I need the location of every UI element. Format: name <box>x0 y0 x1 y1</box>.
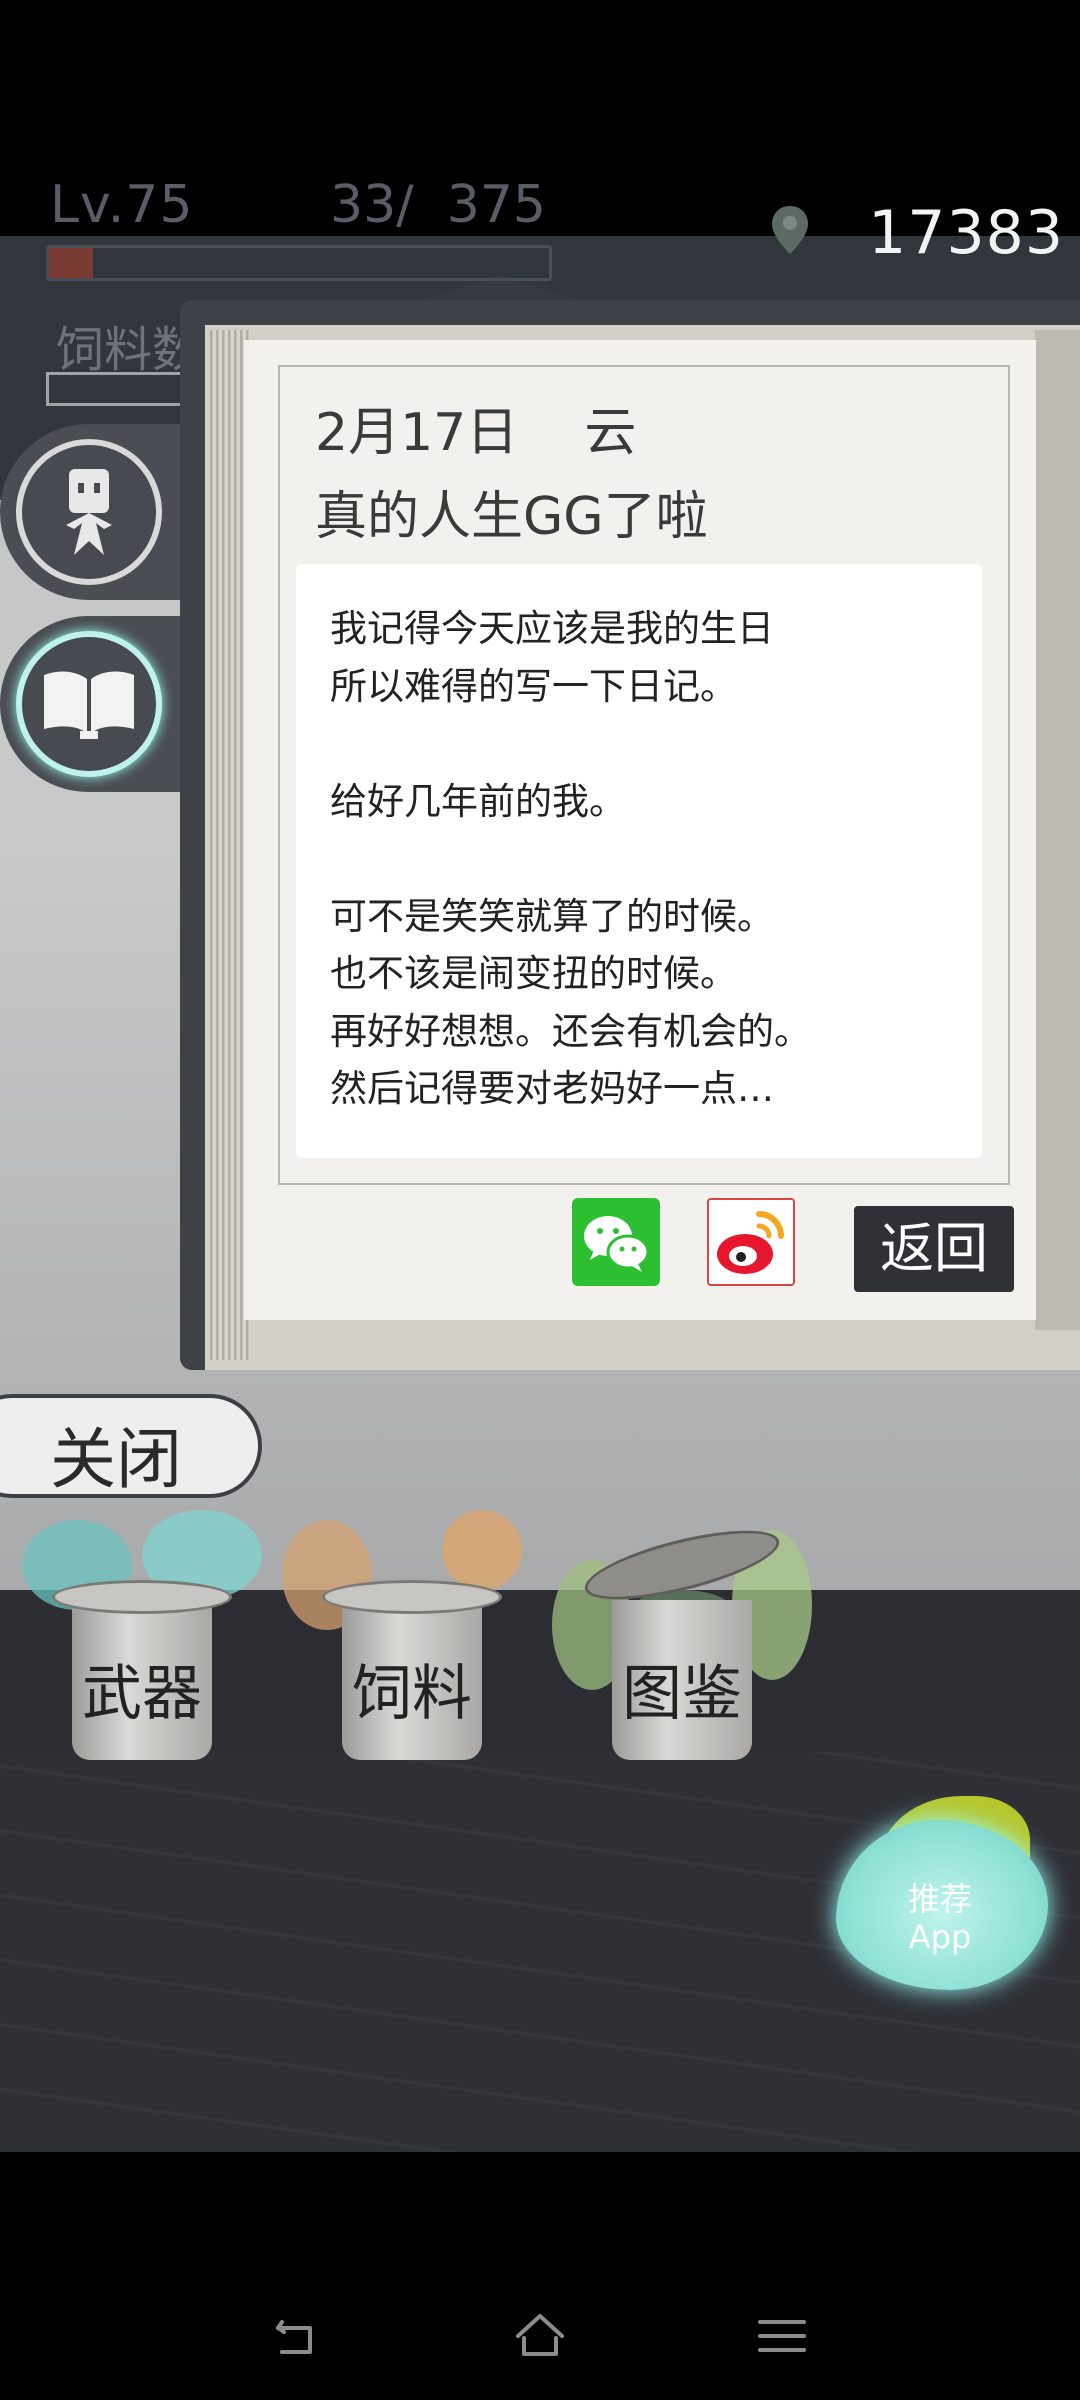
recommend-app-label[interactable]: 推荐 App <box>880 1880 1000 1956</box>
home-icon[interactable] <box>512 2308 568 2364</box>
return-button[interactable]: 返回 <box>854 1206 1014 1292</box>
wechat-icon <box>584 1216 650 1272</box>
diary-title: 真的人生GG了啦 <box>315 487 708 547</box>
exp-bar <box>46 245 552 281</box>
character-button-ring <box>16 439 162 585</box>
exp-bar-fill <box>49 248 93 278</box>
weibo-icon <box>717 1211 784 1274</box>
encyclopedia-can-button[interactable]: 图鉴 <box>552 1516 812 1760</box>
recommend-line1: 推荐 <box>907 1880 972 1918</box>
feed-can-button[interactable]: 饲料 <box>282 1510 522 1760</box>
weapon-label: 武器 <box>82 1659 202 1729</box>
coin-count: 17383 <box>868 198 1064 268</box>
diary-button-ring <box>16 631 162 777</box>
location-pin-icon <box>772 206 808 254</box>
can-rim <box>322 1580 502 1614</box>
plant-decoration <box>442 1510 522 1590</box>
side-character-button[interactable] <box>0 424 185 600</box>
diary-entry-box: 我记得今天应该是我的生日 所以难得的写一下日记。 给好几年前的我。 可不是笑笑就… <box>296 564 982 1158</box>
can-rim <box>52 1580 232 1614</box>
diary-entry-text: 我记得今天应该是我的生日 所以难得的写一下日记。 给好几年前的我。 可不是笑笑就… <box>330 607 811 1110</box>
book-right-edge <box>1035 330 1080 1330</box>
book-icon <box>44 671 134 739</box>
feed-label: 饲料 <box>352 1659 472 1729</box>
encyclopedia-label: 图鉴 <box>622 1659 742 1729</box>
side-diary-button[interactable] <box>0 616 185 792</box>
back-icon[interactable] <box>270 2308 326 2364</box>
menu-icon[interactable] <box>754 2308 810 2364</box>
close-button-label[interactable]: 关闭 <box>50 1406 182 1502</box>
exp-text: 33/ 375 <box>330 175 546 235</box>
character-icon <box>66 469 112 555</box>
weapon-can-button[interactable]: 武器 <box>22 1510 262 1760</box>
diary-date: 2月17日 云 <box>315 403 637 463</box>
feed-label: 饲料数 <box>56 322 201 378</box>
recommend-line2: App <box>908 1918 972 1956</box>
wechat-share-button[interactable] <box>572 1198 660 1286</box>
weibo-share-button[interactable] <box>707 1198 795 1286</box>
level-text: Lv.75 <box>50 175 194 235</box>
